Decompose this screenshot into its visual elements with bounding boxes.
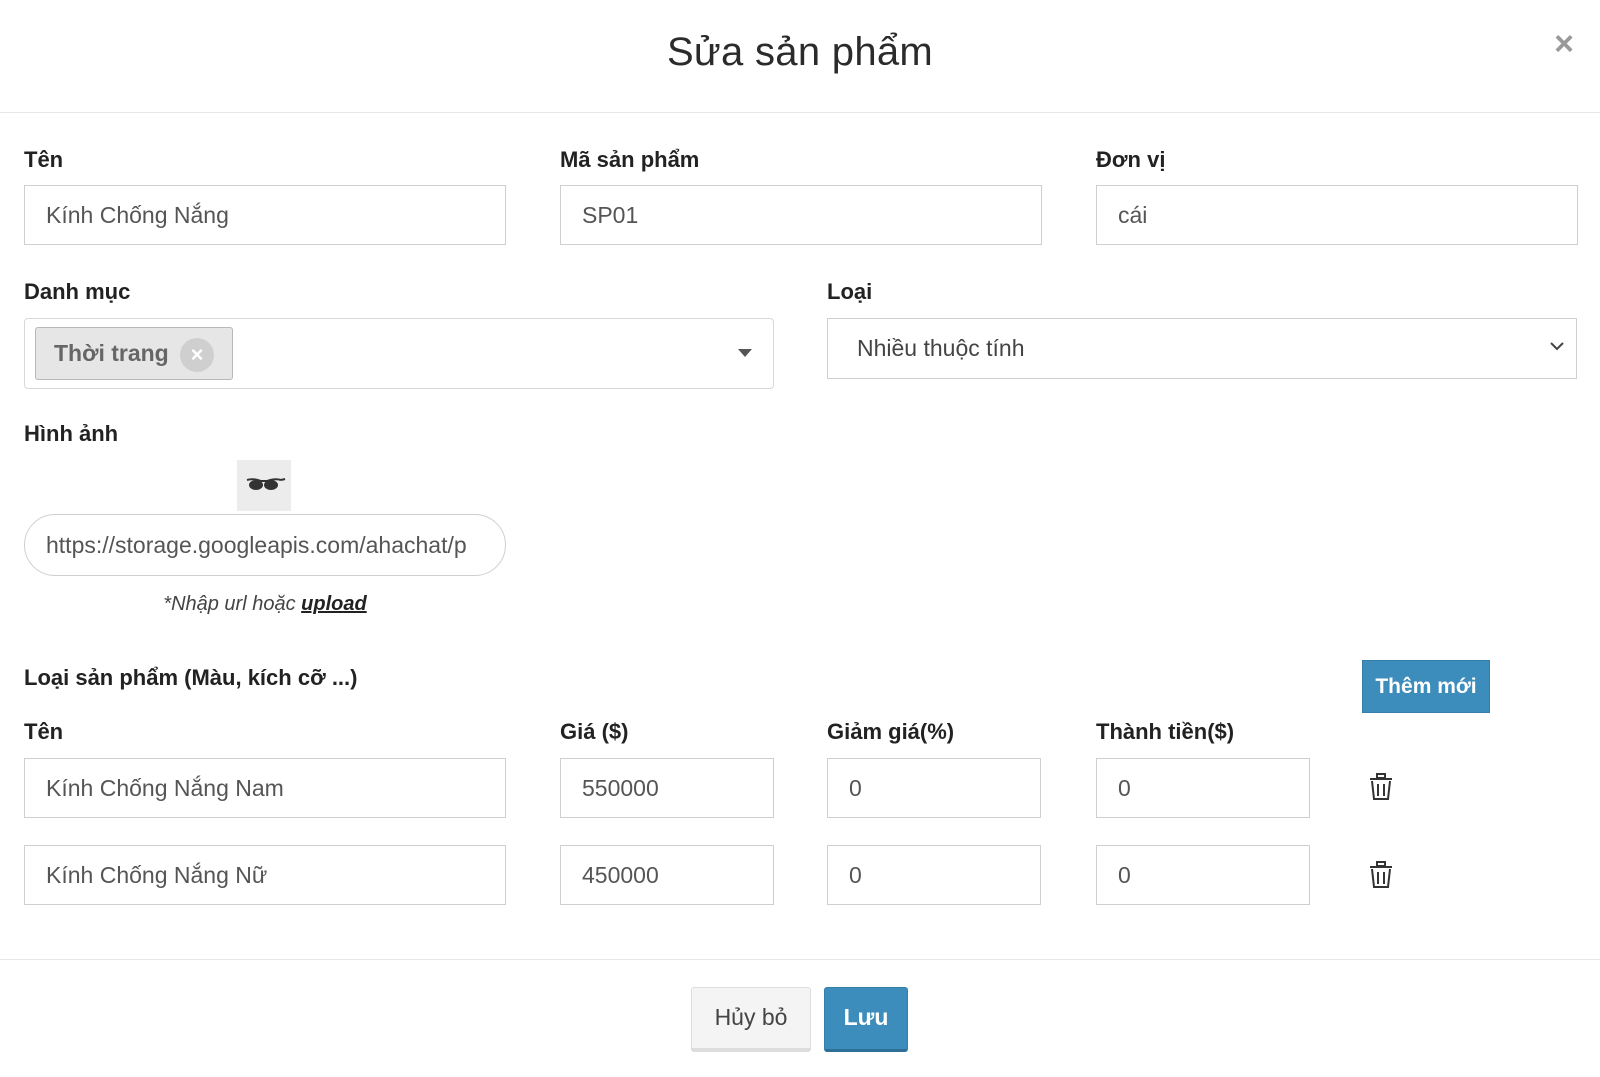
variant-discount-input[interactable]: [827, 845, 1041, 905]
variant-price-input[interactable]: [560, 845, 774, 905]
image-label: Hình ảnh: [24, 421, 119, 446]
variant-price-header: Giá ($): [560, 719, 629, 744]
product-code-input[interactable]: [560, 185, 1042, 245]
variant-total-input[interactable]: [1096, 758, 1310, 818]
name-input[interactable]: [24, 185, 506, 245]
save-button[interactable]: Lưu: [824, 987, 908, 1052]
variant-total-header: Thành tiền($): [1096, 719, 1235, 744]
variant-name-header: Tên: [24, 719, 64, 744]
remove-tag-icon[interactable]: ×: [180, 338, 214, 372]
variant-discount-header: Giảm giá(%): [827, 719, 955, 744]
trash-icon[interactable]: [1368, 773, 1394, 801]
unit-input[interactable]: [1096, 185, 1578, 245]
category-tag-label: Thời trang: [54, 340, 169, 366]
variant-total-input[interactable]: [1096, 845, 1310, 905]
image-hint: *Nhập url hoặc upload: [24, 593, 506, 616]
variants-section-label: Loại sản phẩm (Màu, kích cỡ ...): [24, 665, 358, 690]
sunglasses-icon: [246, 478, 286, 490]
modal-footer-divider: [0, 959, 1600, 960]
modal-header: Sửa sản phẩm ×: [0, 0, 1600, 113]
unit-label: Đơn vị: [1096, 147, 1166, 172]
variant-price-input[interactable]: [560, 758, 774, 818]
trash-icon[interactable]: [1368, 861, 1394, 889]
cancel-button[interactable]: Hủy bỏ: [691, 987, 811, 1052]
image-hint-text: *Nhập url hoặc: [163, 593, 302, 615]
type-label: Loại: [827, 279, 873, 304]
category-label: Danh mục: [24, 279, 131, 304]
name-label: Tên: [24, 147, 64, 172]
category-tag: Thời trang ×: [35, 327, 233, 380]
chevron-down-icon: [1550, 342, 1564, 351]
upload-link[interactable]: upload: [301, 593, 367, 615]
type-select-value: Nhiều thuộc tính: [857, 335, 1025, 361]
type-select[interactable]: Nhiều thuộc tính: [827, 318, 1577, 379]
caret-down-icon[interactable]: [738, 349, 752, 357]
close-icon[interactable]: ×: [1546, 26, 1582, 62]
variant-discount-input[interactable]: [827, 758, 1041, 818]
modal-title: Sửa sản phẩm: [666, 30, 934, 74]
category-multiselect[interactable]: Thời trang ×: [24, 318, 774, 389]
image-url-input[interactable]: [24, 514, 506, 576]
variant-name-input[interactable]: [24, 845, 506, 905]
variant-name-input[interactable]: [24, 758, 506, 818]
add-variant-button[interactable]: Thêm mới: [1362, 660, 1490, 713]
image-thumbnail: [237, 460, 291, 511]
product-code-label: Mã sản phẩm: [560, 147, 700, 172]
